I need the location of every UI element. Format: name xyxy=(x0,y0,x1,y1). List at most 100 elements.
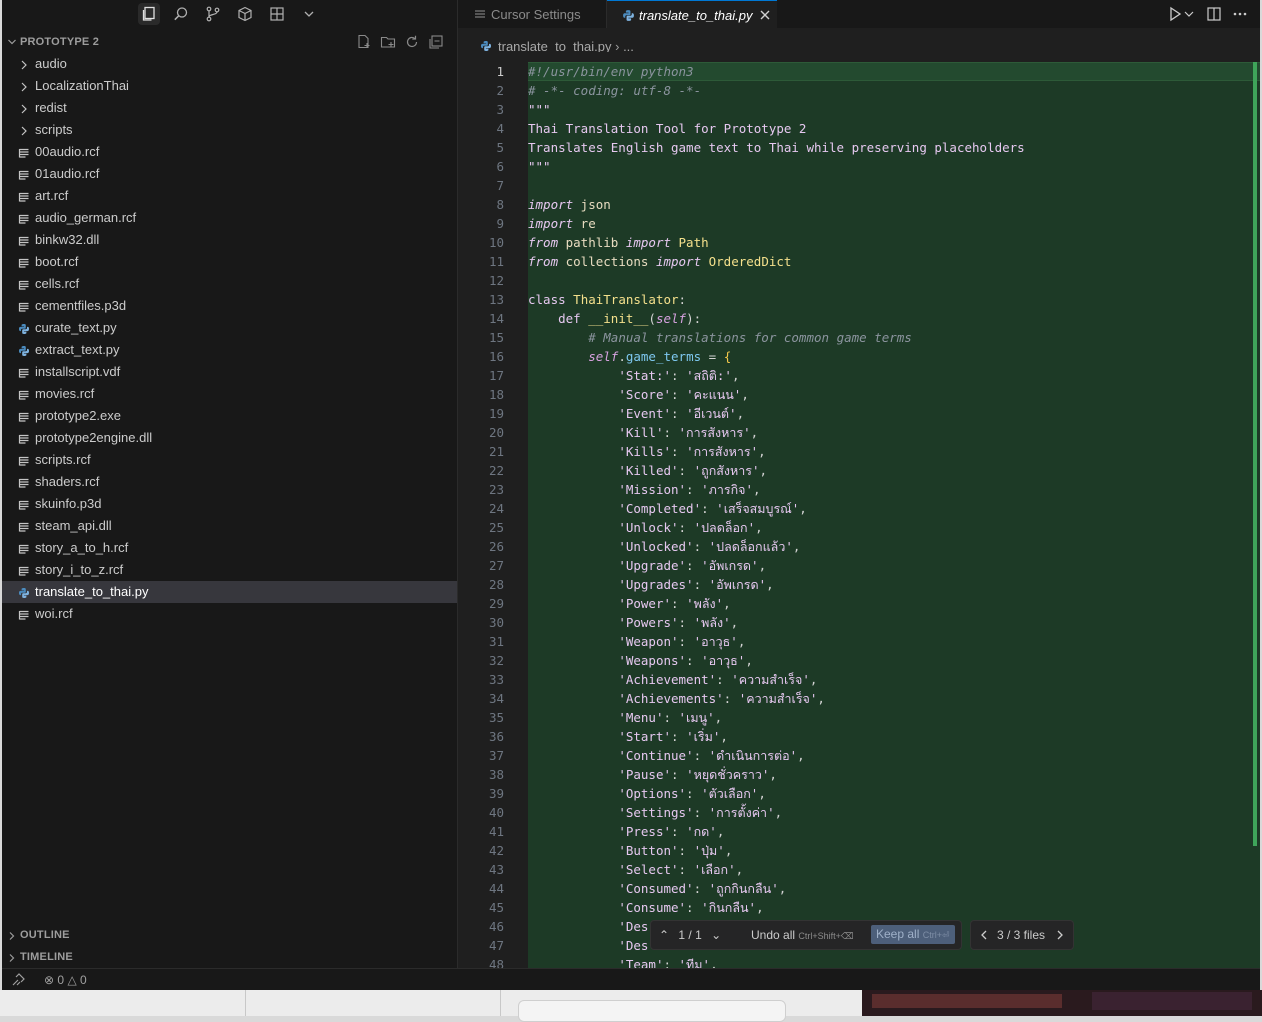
code-line[interactable]: 'Settings': 'การตั้งค่า', xyxy=(528,803,1260,822)
code-line[interactable]: # Manual translations for common game te… xyxy=(528,328,1260,347)
tree-folder[interactable]: LocalizationThai xyxy=(2,75,457,97)
code-area[interactable]: #!/usr/bin/env python3 # -*- coding: utf-… xyxy=(528,62,1260,968)
tree-file[interactable]: audio_german.rcf xyxy=(2,207,457,229)
code-line[interactable]: 'Stat:': 'สถิติ:', xyxy=(528,366,1260,385)
code-line[interactable]: 'Unlock': 'ปลดล็อก', xyxy=(528,518,1260,537)
tree-file[interactable]: shaders.rcf xyxy=(2,471,457,493)
refresh-icon[interactable] xyxy=(404,34,420,50)
tree-file[interactable]: 00audio.rcf xyxy=(2,141,457,163)
explorer-icon[interactable] xyxy=(138,3,160,25)
change-navigator[interactable]: ⌃ 1 / 1 ⌄ xyxy=(659,928,721,942)
code-line[interactable]: 'Pause': 'หยุดชั่วคราว', xyxy=(528,765,1260,784)
code-line[interactable]: self.game_terms = { xyxy=(528,347,1260,366)
code-line[interactable] xyxy=(528,176,1260,195)
layout-icon[interactable] xyxy=(266,3,288,25)
tree-file[interactable]: cementfiles.p3d xyxy=(2,295,457,317)
code-line[interactable]: def __init__(self): xyxy=(528,309,1260,328)
code-line[interactable]: import re xyxy=(528,214,1260,233)
code-line[interactable]: 'Start': 'เริ่ม', xyxy=(528,727,1260,746)
new-file-icon[interactable] xyxy=(356,34,372,50)
tree-file[interactable]: 01audio.rcf xyxy=(2,163,457,185)
code-line[interactable]: 'Weapon': 'อาวุธ', xyxy=(528,632,1260,651)
tree-file[interactable]: cells.rcf xyxy=(2,273,457,295)
tree-folder[interactable]: audio xyxy=(2,53,457,75)
code-line[interactable]: 'Killed': 'ถูกสังหาร', xyxy=(528,461,1260,480)
remote-icon[interactable] xyxy=(11,973,25,987)
tree-file[interactable]: movies.rcf xyxy=(2,383,457,405)
code-line[interactable]: 'Score': 'คะแนน', xyxy=(528,385,1260,404)
tree-file[interactable]: prototype2.exe xyxy=(2,405,457,427)
code-line[interactable]: 'Select': 'เลือก', xyxy=(528,860,1260,879)
code-line[interactable]: 'Completed': 'เสร็จสมบูรณ์', xyxy=(528,499,1260,518)
code-line[interactable]: from pathlib import Path xyxy=(528,233,1260,252)
tree-file[interactable]: story_a_to_h.rcf xyxy=(2,537,457,559)
code-line[interactable]: """ xyxy=(528,157,1260,176)
code-line[interactable]: 'Unlocked': 'ปลดล็อกแล้ว', xyxy=(528,537,1260,556)
code-line[interactable]: 'Continue': 'ดำเนินการต่อ', xyxy=(528,746,1260,765)
code-line[interactable]: import json xyxy=(528,195,1260,214)
more-actions-icon[interactable] xyxy=(1232,6,1248,22)
source-control-icon[interactable] xyxy=(202,3,224,25)
timeline-section-header[interactable]: TIMELINE xyxy=(2,947,457,969)
code-line[interactable]: 'Event': 'อีเวนต์', xyxy=(528,404,1260,423)
code-editor[interactable]: 1 2 3 4 5 6 7 8 9 10 11 12 13 14 15 16 17 18 19 20 21 22 23 24 2… xyxy=(458,52,1260,968)
undo-all-button[interactable]: Undo all Ctrl+Shift+⌫ xyxy=(751,928,854,942)
code-line[interactable]: 'Achievements': 'ความสำเร็จ', xyxy=(528,689,1260,708)
code-line[interactable]: 'Achievement': 'ความสำเร็จ', xyxy=(528,670,1260,689)
code-line[interactable]: 'Power': 'พลัง', xyxy=(528,594,1260,613)
code-line[interactable]: 'Upgrades': 'อัพเกรด', xyxy=(528,575,1260,594)
tree-file[interactable]: woi.rcf xyxy=(2,603,457,625)
collapse-all-icon[interactable] xyxy=(428,34,444,50)
chevron-right-icon[interactable] xyxy=(1056,930,1064,940)
tree-file[interactable]: extract_text.py xyxy=(2,339,457,361)
code-line[interactable]: 'Kills': 'การสังหาร', xyxy=(528,442,1260,461)
code-line[interactable]: 'Consumed': 'ถูกกินกลืน', xyxy=(528,879,1260,898)
chevron-up-icon[interactable]: ⌃ xyxy=(659,928,669,942)
close-icon[interactable] xyxy=(759,9,771,21)
code-line[interactable]: # -*- coding: utf-8 -*- xyxy=(528,81,1260,100)
tree-file[interactable]: binkw32.dll xyxy=(2,229,457,251)
code-line[interactable]: 'Team': 'ทีม', xyxy=(528,955,1260,968)
code-line[interactable]: 'Upgrade': 'อัพเกรด', xyxy=(528,556,1260,575)
tree-file[interactable]: installscript.vdf xyxy=(2,361,457,383)
tab-cursor-settings[interactable]: Cursor Settings xyxy=(458,0,607,28)
code-line[interactable] xyxy=(528,271,1260,290)
code-line[interactable]: #!/usr/bin/env python3 xyxy=(528,62,1260,81)
diff-scroll-indicator[interactable] xyxy=(1253,62,1257,846)
tree-file[interactable]: story_i_to_z.rcf xyxy=(2,559,457,581)
code-line[interactable]: """ xyxy=(528,100,1260,119)
tree-file[interactable]: translate_to_thai.py xyxy=(2,581,457,603)
code-line[interactable]: 'Button': 'ปุ่ม', xyxy=(528,841,1260,860)
tree-file[interactable]: curate_text.py xyxy=(2,317,457,339)
search-icon[interactable] xyxy=(170,3,192,25)
code-line[interactable]: 'Weapons': 'อาวุธ', xyxy=(528,651,1260,670)
code-line[interactable]: 'Kill': 'การสังหาร', xyxy=(528,423,1260,442)
tab-translate-to-thai[interactable]: translate_to_thai.py xyxy=(607,0,777,29)
tree-file[interactable]: steam_api.dll xyxy=(2,515,457,537)
problems-indicator[interactable]: ⊗ 0 △ 0 xyxy=(44,973,87,987)
chevron-left-icon[interactable] xyxy=(980,930,988,940)
chevron-down-icon[interactable] xyxy=(1184,10,1194,18)
tree-file[interactable]: skuinfo.p3d xyxy=(2,493,457,515)
tree-file[interactable]: art.rcf xyxy=(2,185,457,207)
new-folder-icon[interactable] xyxy=(380,34,396,50)
code-line[interactable]: Translates English game text to Thai whi… xyxy=(528,138,1260,157)
code-line[interactable]: class ThaiTranslator: xyxy=(528,290,1260,309)
tree-file[interactable]: prototype2engine.dll xyxy=(2,427,457,449)
chevron-down-icon[interactable] xyxy=(298,3,320,25)
tree-folder[interactable]: scripts xyxy=(2,119,457,141)
code-line[interactable]: from collections import OrderedDict xyxy=(528,252,1260,271)
code-line[interactable]: 'Options': 'ตัวเลือก', xyxy=(528,784,1260,803)
tree-folder[interactable]: redist xyxy=(2,97,457,119)
code-line[interactable]: 'Powers': 'พลัง', xyxy=(528,613,1260,632)
code-line[interactable]: 'Consume': 'กินกลืน', xyxy=(528,898,1260,917)
code-line[interactable]: 'Mission': 'ภารกิจ', xyxy=(528,480,1260,499)
code-line[interactable]: 'Menu': 'เมนู', xyxy=(528,708,1260,727)
code-line[interactable]: 'Press': 'กด', xyxy=(528,822,1260,841)
chevron-down-icon[interactable]: ⌄ xyxy=(711,928,721,942)
outline-section-header[interactable]: OUTLINE xyxy=(2,925,457,947)
keep-all-button[interactable]: Keep all Ctrl+⏎ xyxy=(871,925,955,944)
tree-file[interactable]: scripts.rcf xyxy=(2,449,457,471)
explorer-section-header[interactable]: PROTOTYPE 2 xyxy=(2,32,457,52)
split-editor-icon[interactable] xyxy=(1206,6,1222,22)
